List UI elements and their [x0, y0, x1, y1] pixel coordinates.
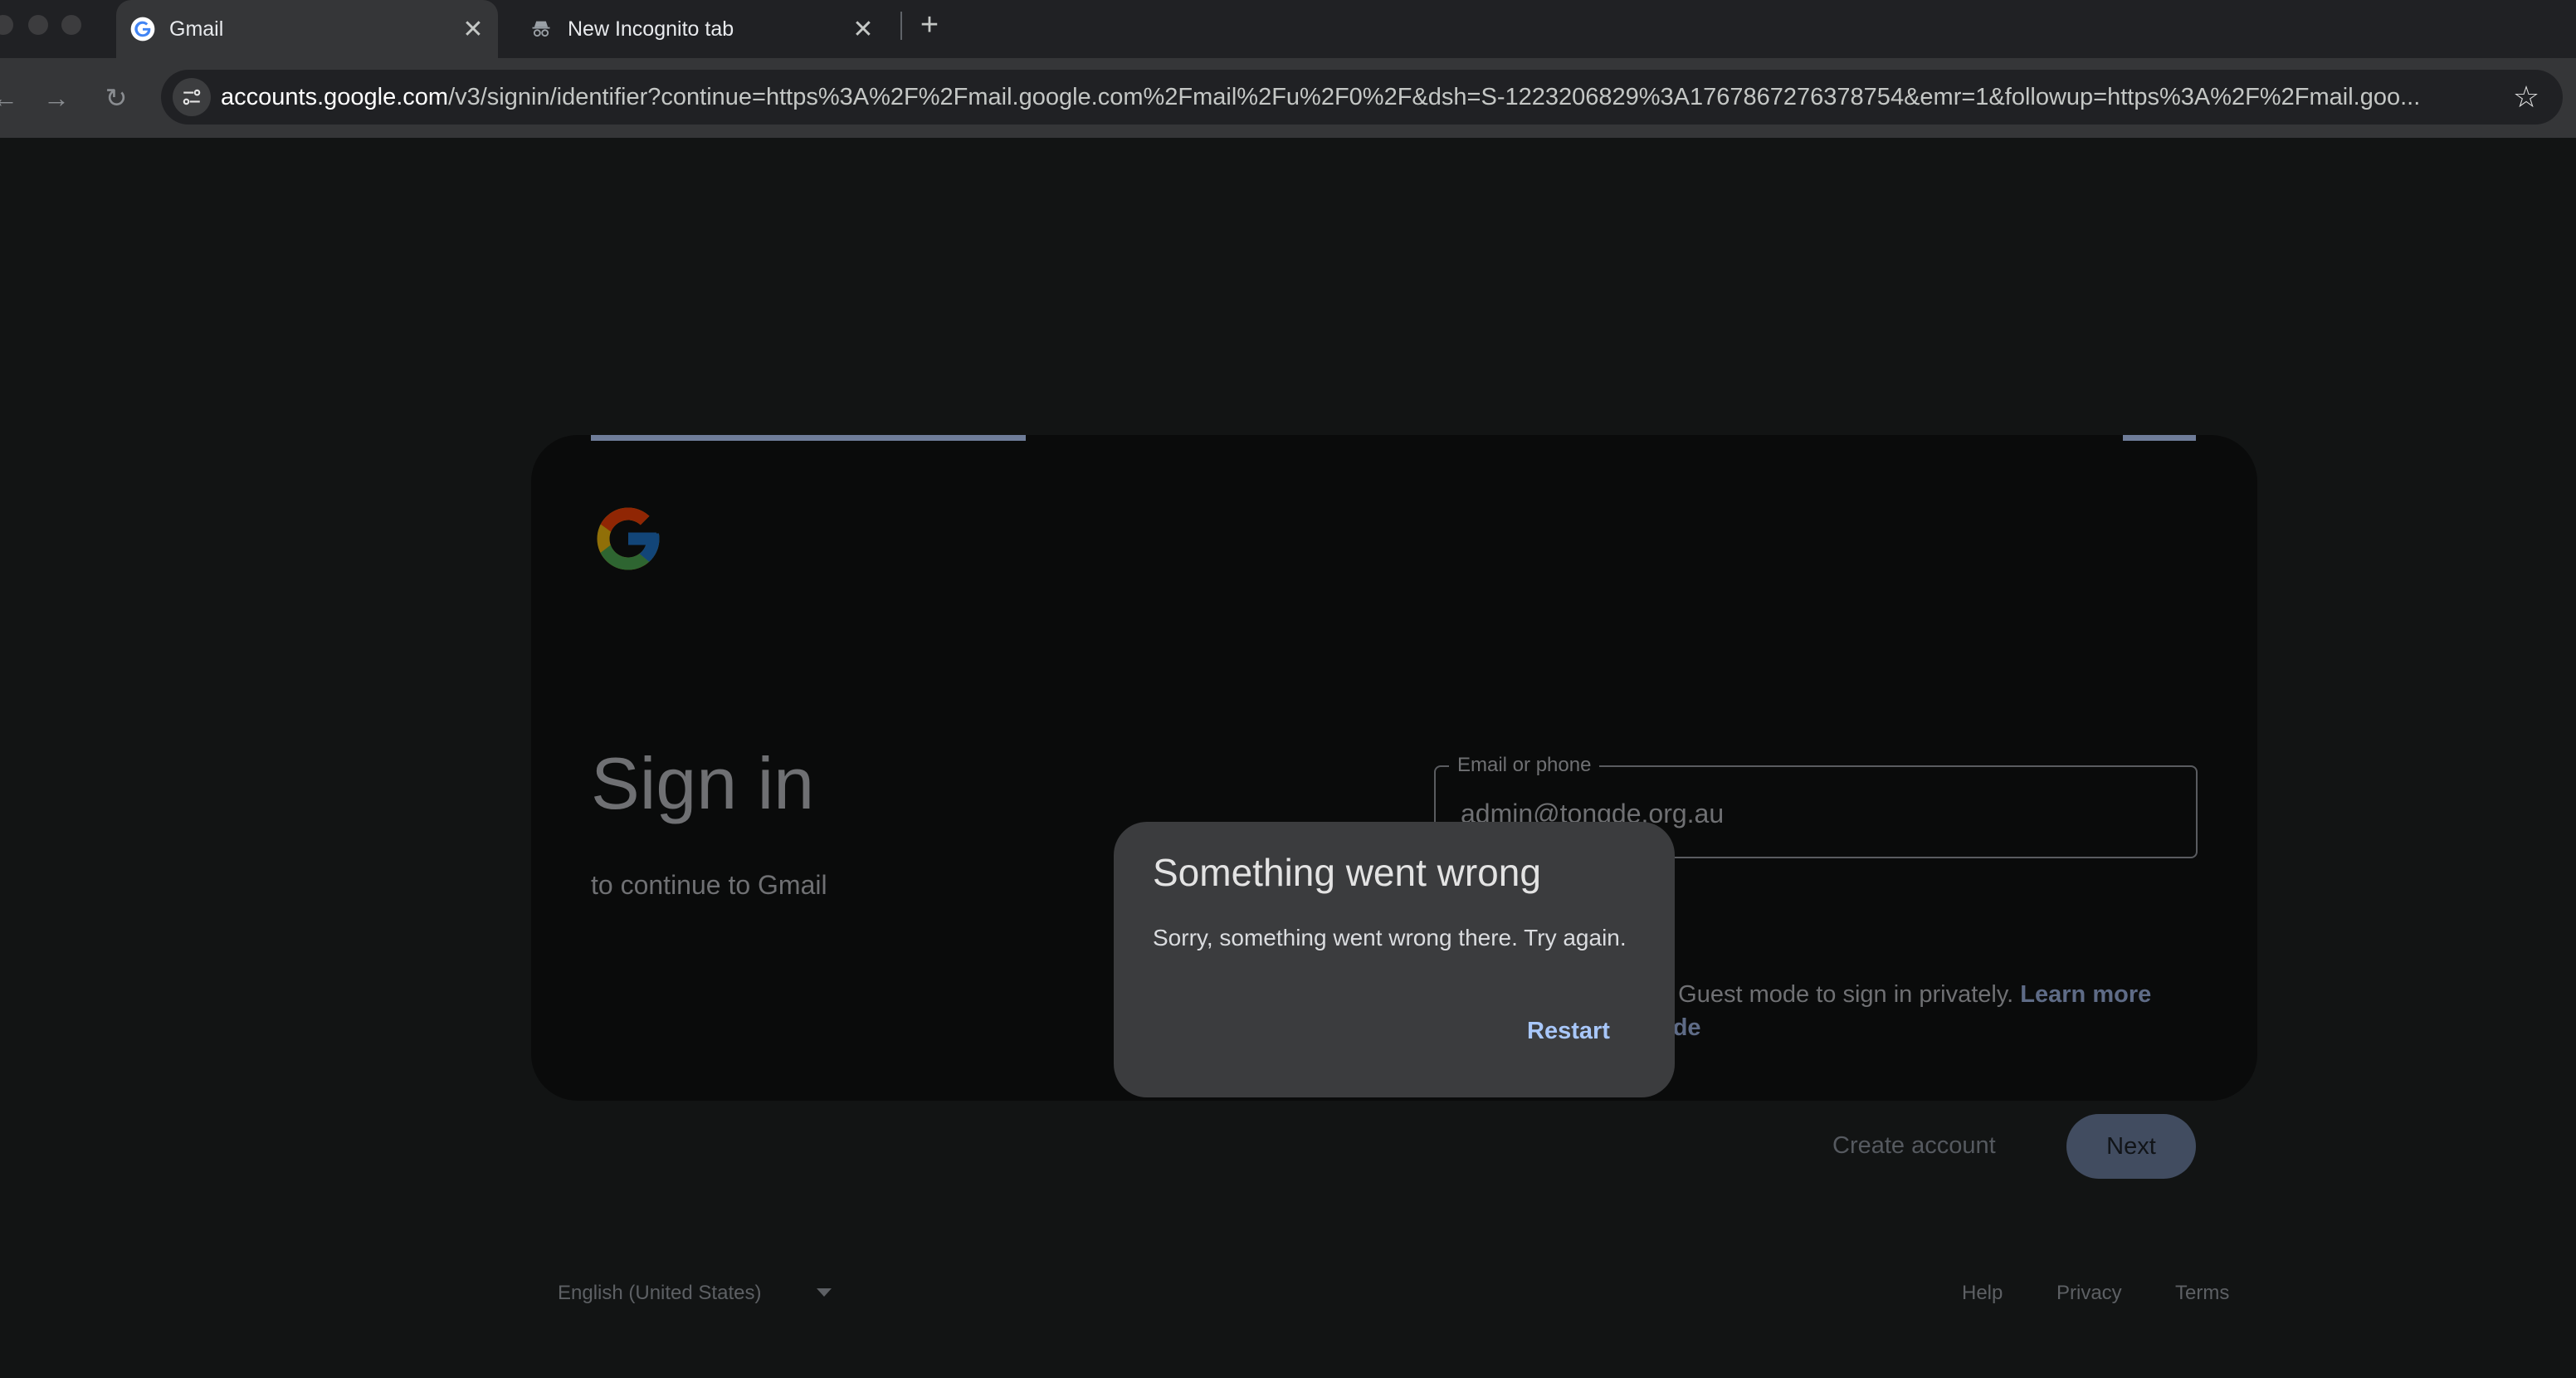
url-host: accounts.google.com — [221, 83, 449, 110]
guest-mode-text: e Guest mode to sign in privately. Learn… — [1658, 981, 2151, 1009]
tab-new-incognito[interactable]: New Incognito tab ✕ — [515, 0, 888, 58]
back-arrow-icon[interactable]: ← — [0, 81, 22, 115]
language-selector[interactable]: English (United States) — [558, 1282, 761, 1305]
google-logo-icon — [597, 507, 660, 570]
email-field-label: Email or phone — [1449, 754, 1600, 777]
url-text[interactable]: accounts.google.com/v3/signin/identifier… — [221, 84, 2461, 111]
restart-button[interactable]: Restart — [1515, 1011, 1622, 1052]
next-button[interactable]: Next — [2066, 1114, 2196, 1179]
close-icon[interactable]: ✕ — [846, 12, 880, 46]
browser-toolbar: ← → ↻ accounts.google.com/v3/signin/iden… — [0, 58, 2576, 138]
privacy-link[interactable]: Privacy — [2056, 1282, 2122, 1305]
dialog-message: Sorry, something went wrong there. Try a… — [1153, 925, 1627, 950]
address-bar[interactable]: accounts.google.com/v3/signin/identifier… — [161, 70, 2563, 125]
bookmark-star-icon[interactable]: ☆ — [2510, 80, 2543, 114]
window-minimize-dot[interactable] — [28, 15, 48, 35]
window-maximize-dot[interactable] — [61, 15, 81, 35]
progress-bar-segment — [591, 435, 1026, 441]
progress-bar-segment — [2123, 435, 2196, 441]
dialog-title: Something went wrong — [1153, 851, 1541, 894]
terms-link[interactable]: Terms — [2175, 1282, 2229, 1305]
close-icon[interactable]: ✕ — [456, 12, 490, 46]
incognito-icon — [528, 16, 554, 42]
window-close-dot[interactable] — [0, 15, 13, 35]
url-path: /v3/signin/identifier?continue=https%3A%… — [448, 83, 2421, 110]
reload-icon[interactable]: ↻ — [100, 81, 133, 115]
tab-title: Gmail — [169, 17, 224, 41]
chevron-down-icon[interactable] — [817, 1288, 832, 1297]
page-title: Sign in — [591, 742, 815, 824]
tab-title: New Incognito tab — [568, 17, 734, 41]
guest-mode-description: e Guest mode to sign in privately. — [1658, 981, 2014, 1008]
site-settings-icon[interactable] — [173, 78, 211, 116]
page-subtitle: to continue to Gmail — [591, 870, 827, 900]
help-link[interactable]: Help — [1962, 1282, 2003, 1305]
new-tab-plus-icon[interactable]: + — [913, 7, 946, 42]
tab-strip: Gmail ✕ New Incognito tab ✕ + — [0, 0, 2576, 58]
tab-gmail[interactable]: Gmail ✕ — [116, 0, 498, 58]
google-g-icon — [129, 16, 156, 42]
learn-more-link[interactable]: Learn more — [2020, 981, 2151, 1008]
forward-arrow-icon[interactable]: → — [40, 81, 73, 115]
tab-separator — [900, 12, 902, 40]
create-account-button[interactable]: Create account — [1832, 1132, 1996, 1160]
